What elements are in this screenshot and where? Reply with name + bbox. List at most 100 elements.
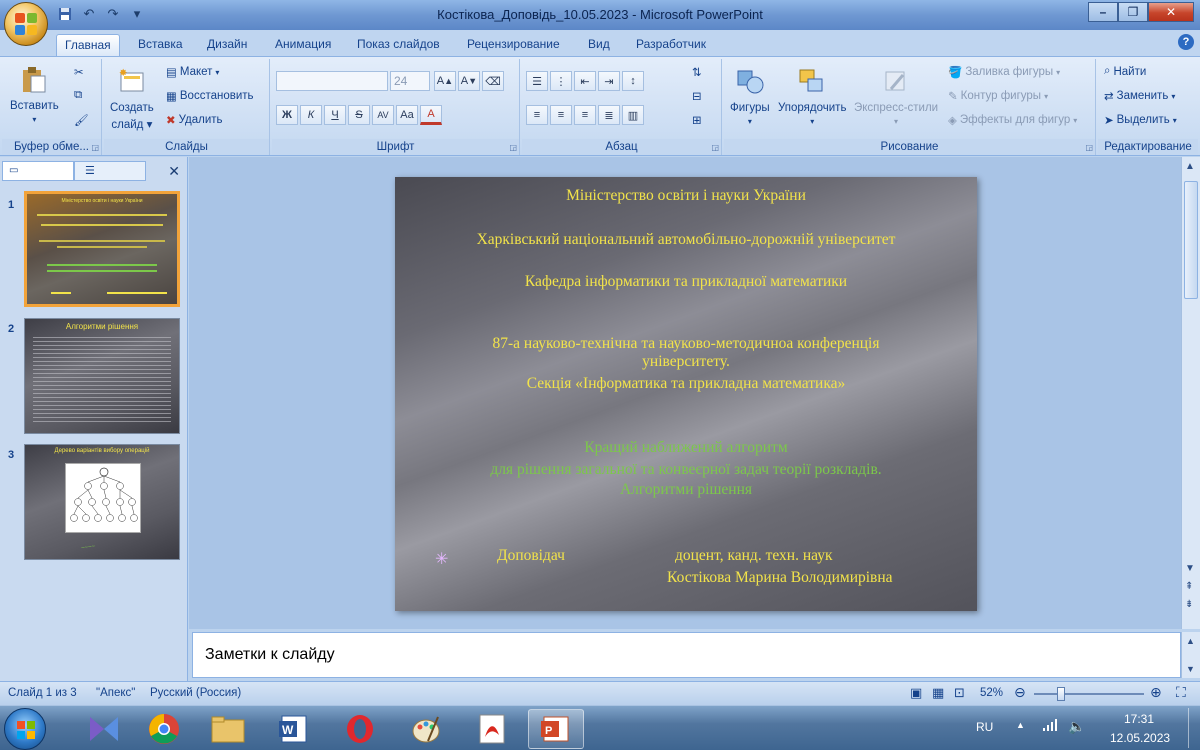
taskbar-app-powerpoint[interactable]: P xyxy=(528,709,584,749)
normal-view-icon[interactable]: ▣ xyxy=(910,685,922,701)
previous-slide-icon[interactable]: ⇞ xyxy=(1185,581,1193,592)
quick-styles-button[interactable]: Экспресс-стили ▾ xyxy=(854,67,938,126)
tab-review[interactable]: Рецензирование xyxy=(459,34,568,56)
dialog-launcher-icon[interactable]: ◲ xyxy=(1085,143,1093,152)
scroll-down-icon[interactable]: ▼ xyxy=(1185,563,1195,574)
change-case-button[interactable]: Аа xyxy=(396,105,418,125)
zoom-level[interactable]: 52% xyxy=(980,687,1003,699)
font-name-field[interactable] xyxy=(276,71,388,91)
slide-university-text[interactable]: Харківський національний автомобільно-до… xyxy=(395,231,977,249)
notes-scroll-up-icon[interactable]: ▲ xyxy=(1186,636,1195,646)
help-icon[interactable]: ? xyxy=(1178,34,1194,50)
tab-home[interactable]: Главная xyxy=(56,34,120,56)
slide-department-text[interactable]: Кафедра інформатики та прикладної матема… xyxy=(395,273,977,291)
bold-button[interactable]: Ж xyxy=(276,105,298,125)
close-panel-icon[interactable]: ✕ xyxy=(168,163,180,180)
current-slide[interactable]: Міністерство освіти і науки України Харк… xyxy=(395,177,977,611)
slideshow-view-icon[interactable]: ⊡ xyxy=(954,685,965,701)
slide-ministry-text[interactable]: Міністерство освіти і науки України xyxy=(395,187,977,205)
notes-scroll-down-icon[interactable]: ▼ xyxy=(1186,664,1195,674)
tab-outline[interactable]: ☰ xyxy=(74,161,146,181)
taskbar-app-pdf[interactable] xyxy=(464,709,520,749)
shape-outline-button[interactable]: ✎ Контур фигуры ▾ xyxy=(948,89,1048,103)
align-right-icon[interactable]: ≡ xyxy=(574,105,596,125)
text-direction-icon[interactable]: ⇅ xyxy=(692,65,702,79)
format-painter-icon[interactable]: 🖌 xyxy=(74,113,89,127)
taskbar-app-media[interactable] xyxy=(76,709,132,749)
taskbar-app-word[interactable]: W xyxy=(266,709,322,749)
tab-insert[interactable]: Вставка xyxy=(130,34,191,56)
paste-button[interactable]: Вставить ▾ xyxy=(10,65,59,124)
new-slide-button[interactable]: ✸ Создать слайд ▾ xyxy=(110,67,154,131)
slide-section-text[interactable]: Секція «Інформатика та прикладна математ… xyxy=(395,375,977,393)
office-button[interactable] xyxy=(4,2,48,46)
decrease-indent-icon[interactable]: ⇤ xyxy=(574,71,596,91)
scroll-up-icon[interactable]: ▲ xyxy=(1185,161,1195,172)
dialog-launcher-icon[interactable]: ◲ xyxy=(91,143,99,152)
notes-scrollbar[interactable]: ▲ ▼ xyxy=(1181,632,1200,678)
zoom-in-icon[interactable]: ⊕ xyxy=(1150,684,1162,701)
minimize-button[interactable]: – xyxy=(1088,2,1118,22)
zoom-out-icon[interactable]: ⊖ xyxy=(1014,684,1026,701)
replace-button[interactable]: ⇄ Заменить ▾ xyxy=(1104,89,1175,103)
align-center-icon[interactable]: ≡ xyxy=(550,105,572,125)
slide-thumbnail-2[interactable]: Алгоритми рішення xyxy=(24,318,180,434)
show-hidden-icons-icon[interactable]: ▲ xyxy=(1016,720,1025,730)
char-spacing-button[interactable]: AV xyxy=(372,105,394,125)
notes-pane[interactable]: Заметки к слайду xyxy=(192,632,1181,678)
show-desktop-button[interactable] xyxy=(1188,708,1198,748)
font-color-icon[interactable]: A xyxy=(420,105,442,125)
maximize-button[interactable]: ❐ xyxy=(1118,2,1148,22)
tab-slides[interactable]: ▭ xyxy=(2,161,74,181)
tab-animation[interactable]: Анимация xyxy=(267,34,339,56)
shapes-button[interactable]: Фигуры ▾ xyxy=(730,67,770,126)
select-button[interactable]: ➤ Выделить ▾ xyxy=(1104,113,1177,127)
font-size-field[interactable]: 24 xyxy=(390,71,430,91)
fit-to-window-icon[interactable]: ⛶ xyxy=(1176,684,1186,701)
numbering-icon[interactable]: ⋮ xyxy=(550,71,572,91)
find-button[interactable]: ⌕ Найти xyxy=(1104,65,1146,78)
scrollbar-thumb[interactable] xyxy=(1184,181,1198,299)
slide-speaker-title[interactable]: доцент, канд. техн. наук xyxy=(675,547,832,565)
dialog-launcher-icon[interactable]: ◲ xyxy=(711,143,719,152)
clock-date[interactable]: 12.05.2023 xyxy=(1110,731,1170,745)
vertical-scrollbar[interactable]: ▲ ▼ ⇞ ⇟ xyxy=(1181,157,1200,629)
slide-sorter-icon[interactable]: ▦ xyxy=(932,685,944,701)
clear-format-icon[interactable]: ⌫ xyxy=(482,71,504,91)
slide-conference-line1[interactable]: 87-а науково-технічна та науково-методич… xyxy=(395,335,977,353)
strikethrough-button[interactable]: S xyxy=(348,105,370,125)
clock-time[interactable]: 17:31 xyxy=(1124,712,1154,726)
zoom-slider-handle[interactable] xyxy=(1057,687,1065,701)
align-text-icon[interactable]: ⊟ xyxy=(692,89,702,103)
tab-developer[interactable]: Разработчик xyxy=(628,34,714,56)
reset-button[interactable]: ▦ Восстановить xyxy=(166,89,254,103)
align-left-icon[interactable]: ≡ xyxy=(526,105,548,125)
delete-slide-button[interactable]: ✖ Удалить xyxy=(166,113,223,127)
slide-conference-line2[interactable]: університету. xyxy=(395,353,977,371)
slide-topic-line2[interactable]: для рішення загальної та конвеєрної зада… xyxy=(395,461,977,479)
bullets-icon[interactable]: ☰ xyxy=(526,71,548,91)
line-spacing-icon[interactable]: ↕ xyxy=(622,71,644,91)
taskbar-app-paint[interactable] xyxy=(398,709,454,749)
arrange-button[interactable]: Упорядочить ▾ xyxy=(778,67,846,126)
cut-icon[interactable]: ✂ xyxy=(74,65,84,79)
start-button[interactable] xyxy=(4,708,46,750)
close-button[interactable]: ✕ xyxy=(1148,2,1194,22)
language-indicator[interactable]: Русский (Россия) xyxy=(150,687,241,699)
slide-thumbnail-1[interactable]: Міністерство освіти і науки України xyxy=(24,191,180,307)
tab-slideshow[interactable]: Показ слайдов xyxy=(349,34,448,56)
italic-button[interactable]: К xyxy=(300,105,322,125)
copy-icon[interactable]: ⧉ xyxy=(74,89,82,102)
slide-thumbnail-3[interactable]: Дерево варіантів вибору операцій ~~~~ xyxy=(24,444,180,560)
next-slide-icon[interactable]: ⇟ xyxy=(1185,599,1193,610)
grow-font-icon[interactable]: A ▲ xyxy=(434,71,456,91)
tab-view[interactable]: Вид xyxy=(580,34,618,56)
columns-icon[interactable]: ▥ xyxy=(622,105,644,125)
slide-topic-line1[interactable]: Кращий наближений алгоритм xyxy=(395,439,977,457)
shape-effects-button[interactable]: ◈ Эффекты для фигур ▾ xyxy=(948,113,1077,127)
tab-design[interactable]: Дизайн xyxy=(199,34,255,56)
taskbar-app-explorer[interactable] xyxy=(200,709,256,749)
zoom-slider[interactable] xyxy=(1034,693,1144,695)
underline-button[interactable]: Ч xyxy=(324,105,346,125)
shrink-font-icon[interactable]: A ▼ xyxy=(458,71,480,91)
